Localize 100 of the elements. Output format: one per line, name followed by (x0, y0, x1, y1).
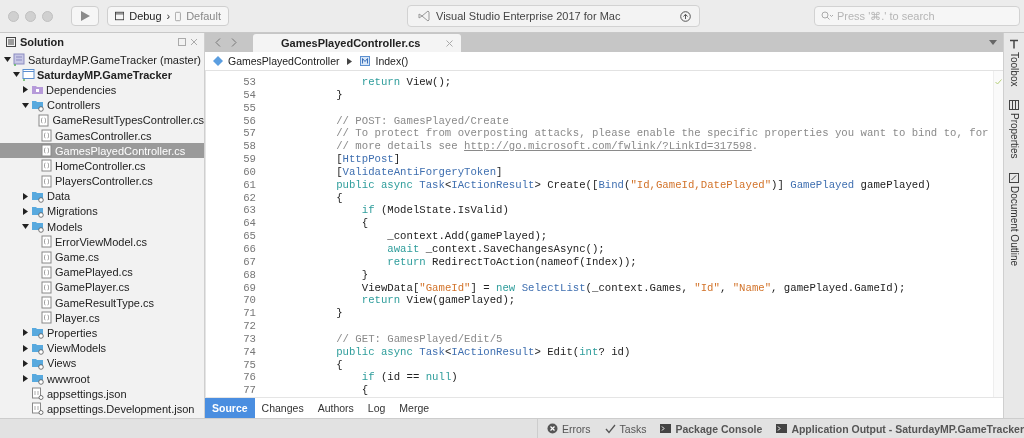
tree-item[interactable]: SaturdayMP.GameTracker (0, 67, 204, 83)
window-title: Visual Studio Enterprise 2017 for Mac (436, 10, 622, 22)
line-number: 71 (242, 307, 256, 321)
tree-item[interactable]: Migrations (0, 203, 204, 220)
breadcrumb-item[interactable]: Index() (360, 55, 409, 67)
upload-icon[interactable] (680, 10, 691, 22)
code-line: } (360, 268, 369, 282)
view-tab[interactable]: Authors (310, 398, 361, 418)
code-file-icon (40, 235, 53, 249)
code-line: { (335, 358, 343, 372)
properties-icon (1009, 100, 1019, 111)
line-number: 55 (242, 101, 256, 115)
code-line: } (335, 88, 343, 102)
side-pad-tab[interactable]: Properties (1008, 100, 1020, 160)
disclosure-triangle-icon[interactable] (22, 359, 29, 367)
disclosure-triangle-icon[interactable] (22, 329, 29, 337)
line-number: 56 (242, 114, 256, 128)
pad-title: Solution (20, 36, 64, 48)
tree-item[interactable]: wwwroot (0, 370, 204, 387)
tree-item[interactable]: Properties (0, 325, 204, 341)
view-tab[interactable]: Log (360, 398, 393, 418)
disclosure-triangle-icon[interactable] (22, 344, 29, 352)
disclosure-triangle-icon[interactable] (22, 207, 29, 215)
status-bar-pad-button[interactable]: Package Console (660, 422, 763, 435)
dropdown-icon[interactable] (989, 40, 997, 45)
code-link[interactable]: http://go.microsoft.com/fwlink/?LinkId=317598 (464, 140, 752, 153)
code-file-icon (40, 159, 53, 173)
class-icon (213, 56, 223, 66)
tree-item[interactable]: Dependencies (0, 82, 204, 98)
search-input[interactable]: Press '⌘.' to search (837, 10, 1007, 22)
configuration-selector[interactable]: Debug › Default (107, 6, 229, 26)
folder-icon (31, 372, 45, 386)
tree-item[interactable]: ErrorViewModel.cs (0, 234, 204, 250)
code-file-icon (40, 174, 53, 188)
solution-pad-icon (6, 37, 16, 47)
folder-icon (31, 189, 45, 203)
line-number: 59 (242, 153, 256, 166)
line-number: 77 (242, 384, 256, 397)
code-line: // POST: GamesPlayed/Create (335, 114, 509, 128)
tree-item[interactable]: HomeController.cs (0, 158, 204, 174)
code-file-icon (40, 250, 53, 264)
code-line: // more details see http://go.microsoft.com/fwlink/?LinkId=317598. (335, 140, 759, 154)
code-line: [ValidateAntiForgeryToken] (335, 165, 503, 179)
line-number: 65 (242, 230, 256, 243)
code-line: _context.Add(gamePlayed); (386, 230, 548, 243)
tree-item[interactable]: Game.cs (0, 249, 204, 265)
tree-item[interactable]: SaturdayMP.GameTracker (master) (0, 52, 204, 68)
code-line: public async Task<IActionResult> Create([Bind("Id,GameId,DatePlayed")] GamePlayed gamePlayed) (335, 178, 931, 192)
error-icon (547, 423, 558, 434)
search-field[interactable]: Press '⌘.' to search (814, 6, 1020, 26)
tree-item[interactable]: GameResultTypesController.cs (0, 112, 204, 128)
disclosure-triangle-icon[interactable] (22, 86, 29, 94)
disclosure-triangle-icon[interactable] (4, 56, 11, 64)
line-number: 74 (242, 345, 256, 359)
tree-item[interactable]: PlayersController.cs (0, 173, 204, 189)
line-number: 54 (242, 88, 256, 102)
disclosure-triangle-icon[interactable] (22, 223, 29, 231)
line-number: 63 (242, 204, 256, 218)
tree-item[interactable]: GameResultType.cs (0, 295, 204, 311)
status-bar-pad-button[interactable]: Errors (547, 422, 591, 435)
folder-icon (31, 220, 45, 234)
tree-item[interactable]: Controllers (0, 97, 204, 113)
line-number: 69 (242, 281, 256, 295)
tree-item[interactable]: Player.cs (0, 310, 204, 326)
disclosure-triangle-icon[interactable] (22, 192, 29, 200)
code-line: return RedirectToAction(nameof(Index)); (386, 255, 637, 269)
tree-item[interactable]: GamePlayer.cs (0, 279, 204, 295)
disclosure-triangle-icon[interactable] (22, 375, 29, 383)
line-number: 68 (242, 268, 256, 282)
code-line: // GET: GamesPlayed/Edit/5 (335, 332, 503, 346)
code-line: ViewData["GameId"] = new SelectList(_context.Games, "Id", "Name", gamePlayed.GameId); (360, 281, 906, 295)
tree-item[interactable]: appsettings.json (0, 386, 204, 402)
code-file-icon (37, 113, 51, 127)
tree-item[interactable]: appsettings.Development.json (0, 401, 204, 417)
device-label: Default (186, 10, 221, 22)
line-number: 76 (242, 371, 256, 385)
line-number: 67 (242, 255, 256, 269)
document-tab[interactable]: GamesPlayedController.cs (253, 34, 462, 52)
status-bar-pad-button[interactable]: Application Output - SaturdayMP.GameTracker (776, 422, 1024, 435)
line-number: 58 (242, 140, 256, 154)
view-tab[interactable]: Changes (254, 398, 311, 418)
code-file-icon (40, 265, 53, 279)
line-number: 57 (242, 127, 256, 141)
tree-item[interactable]: ViewModels (0, 340, 204, 356)
tree-item[interactable]: GamesController.cs (0, 127, 204, 144)
side-pad-tab[interactable]: Document Outline (1008, 173, 1020, 267)
tree-item[interactable]: Models (0, 219, 204, 235)
side-pad-tab[interactable]: Toolbox (1008, 39, 1020, 87)
tree-item[interactable]: Views (0, 355, 204, 371)
disclosure-triangle-icon[interactable] (22, 101, 29, 109)
tree-item[interactable]: GamePlayed.cs (0, 264, 204, 280)
breadcrumb-item[interactable]: GamesPlayedController (213, 55, 340, 67)
configuration-label: Debug (129, 10, 162, 22)
view-tab[interactable]: Merge (392, 398, 437, 418)
code-line: await _context.SaveChangesAsync(); (386, 242, 605, 256)
run-button[interactable] (71, 6, 99, 26)
disclosure-triangle-icon[interactable] (13, 71, 20, 79)
status-bar-pad-button[interactable]: Tasks (604, 422, 647, 435)
tree-item[interactable]: Data (0, 188, 204, 204)
code-file-icon (40, 311, 53, 325)
